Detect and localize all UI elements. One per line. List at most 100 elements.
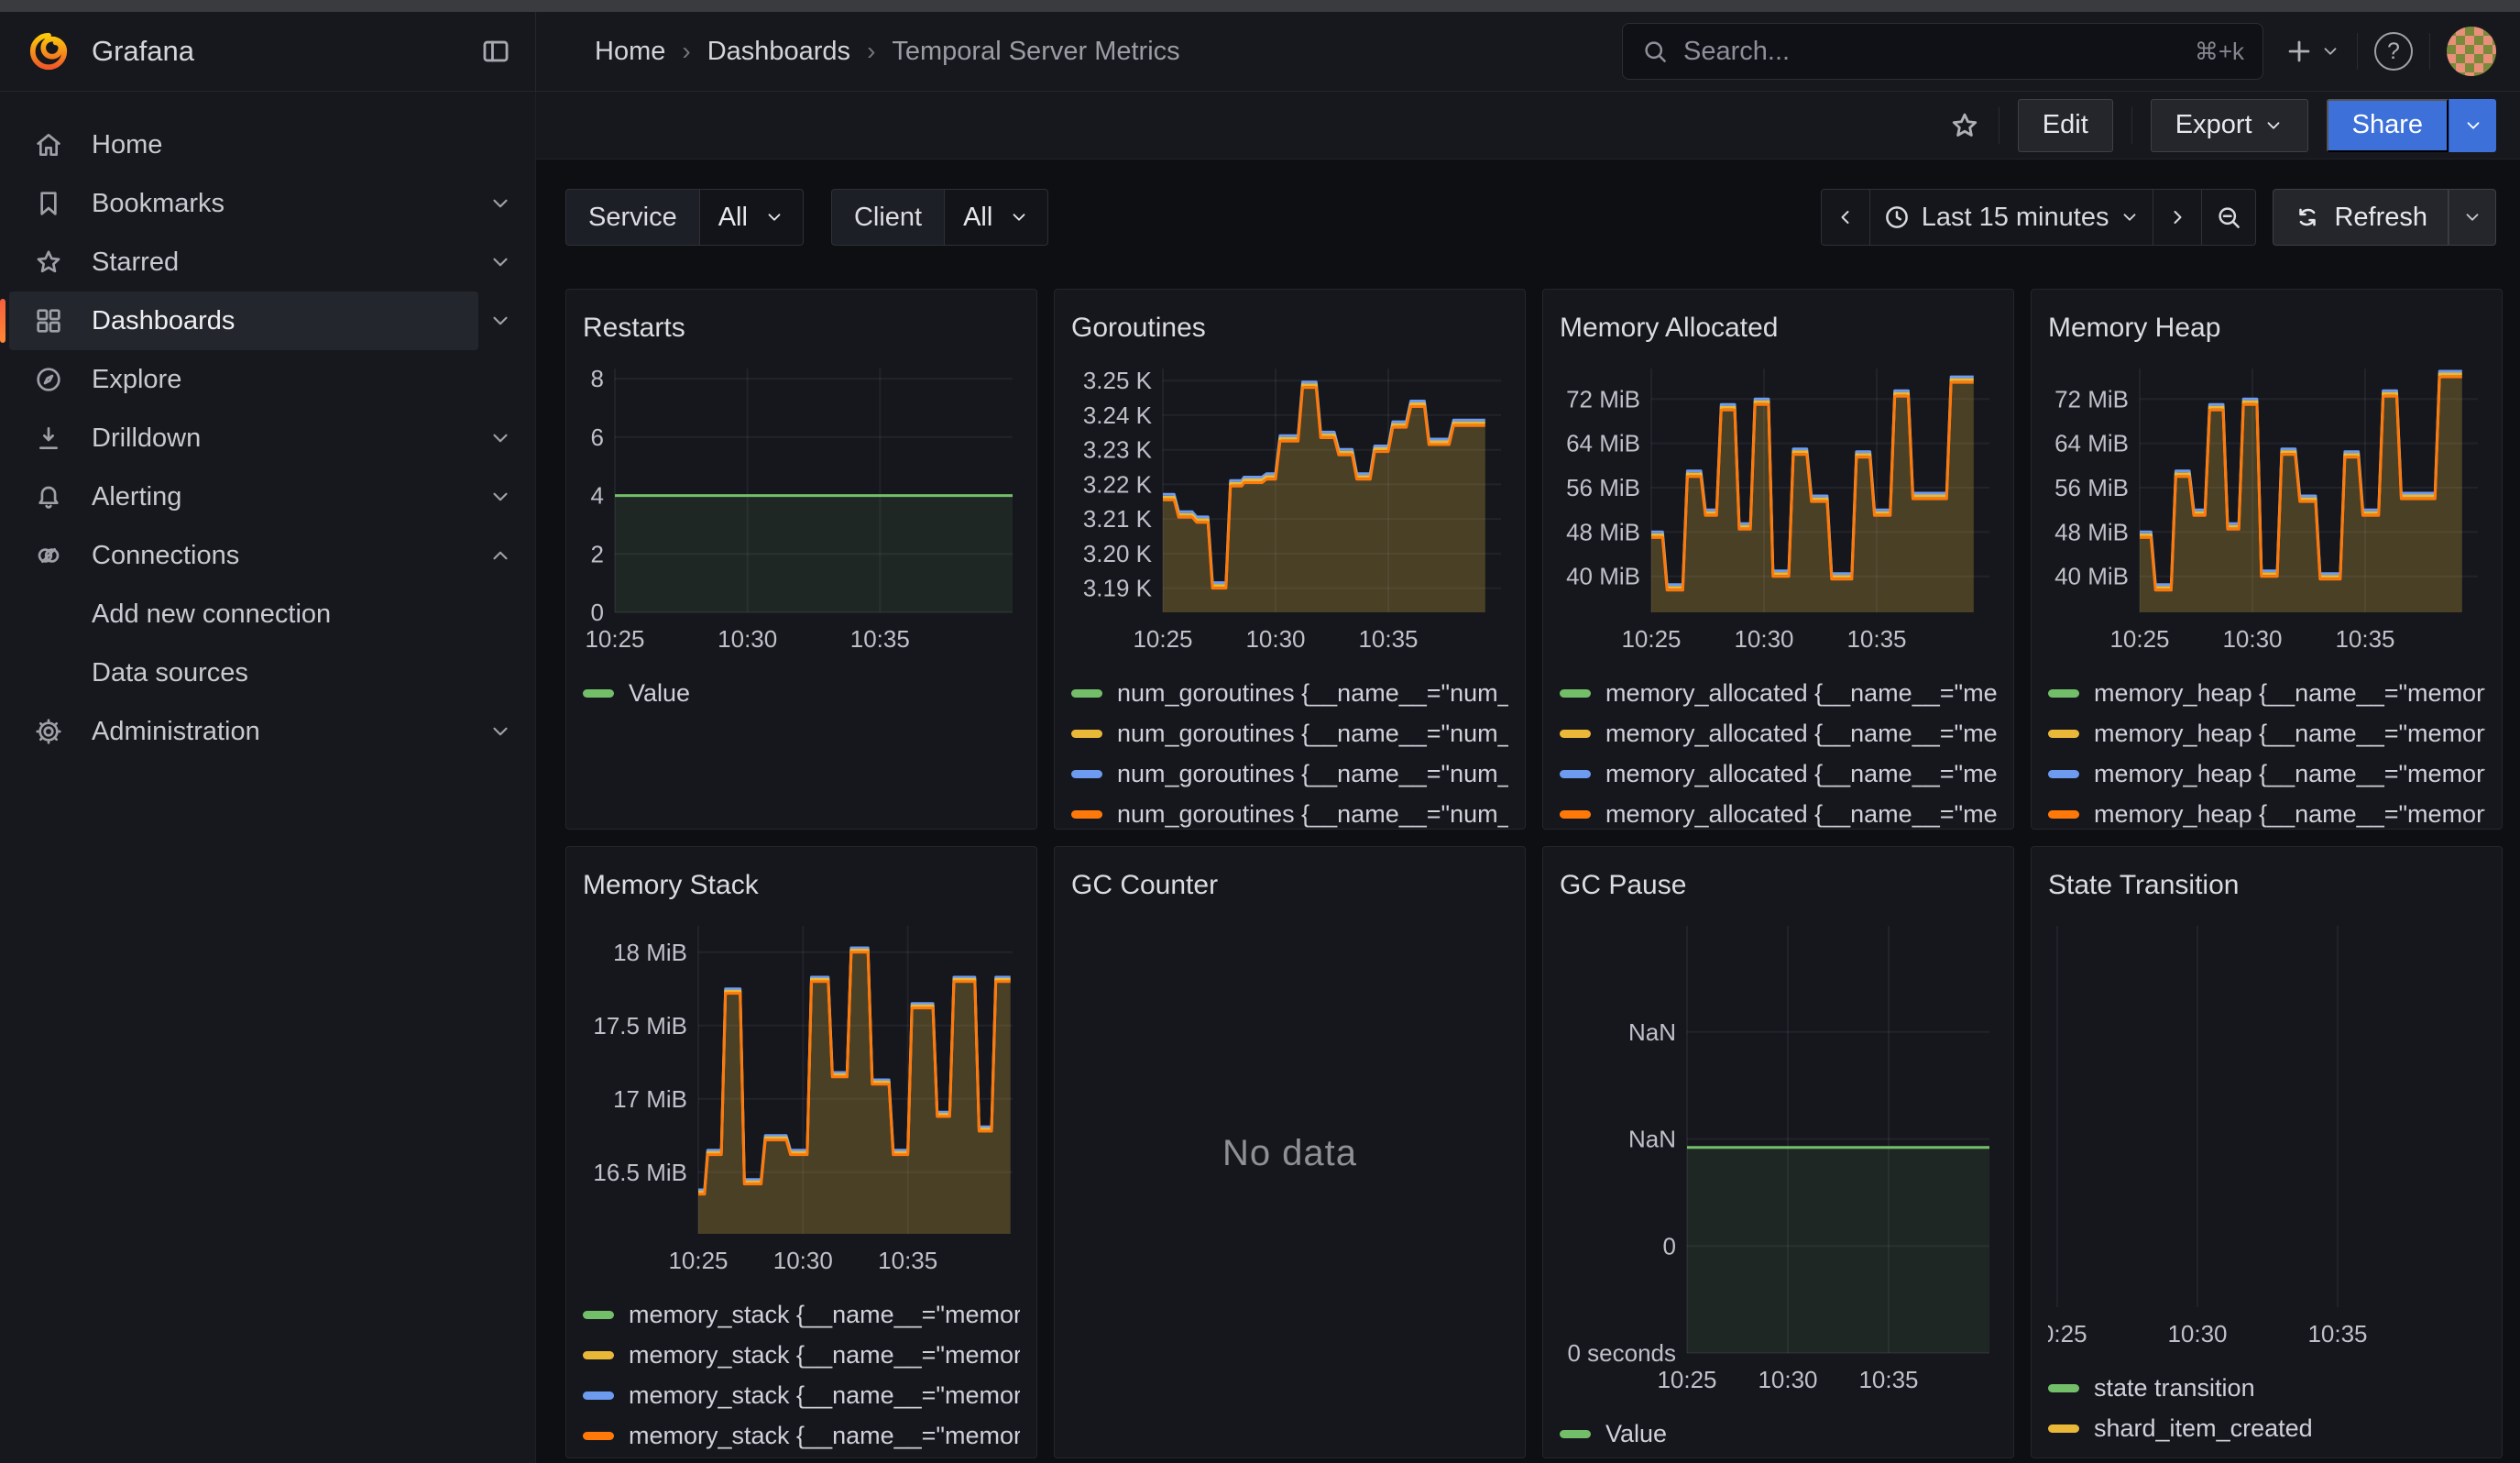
sidebar-item-explore[interactable]: Explore [0,350,535,409]
share-split-button: Share [2327,99,2496,152]
legend-color-icon [1560,810,1591,819]
legend-item[interactable]: memory_allocated {__name__="memo [1560,713,1997,754]
chevron-down-icon[interactable] [478,426,522,450]
panel-title[interactable]: Goroutines [1071,312,1508,345]
sidebar-item-drilldown[interactable]: Drilldown [0,409,535,468]
help-button[interactable]: ? [2374,32,2413,71]
chevron-down-icon[interactable] [478,250,522,274]
share-label: Share [2352,110,2423,140]
chart-goroutines[interactable]: 3.19 K3.20 K3.21 K3.22 K3.23 K3.24 K3.25… [1071,358,1508,660]
panel-title[interactable]: GC Counter [1071,869,1508,902]
svg-text:10:35: 10:35 [850,625,910,653]
avatar[interactable] [2447,27,2496,76]
client-filter-value[interactable]: All [945,189,1048,246]
chevron-down-icon[interactable] [478,720,522,743]
chart-gc-pause[interactable]: 0 seconds0NaNNaN10:2510:3010:35 [1560,915,1997,1401]
legend-item[interactable]: num_goroutines {__name__="num_go [1071,673,1508,713]
star-dashboard-button[interactable] [1949,110,1980,141]
chart-memory-stack[interactable]: 16.5 MiB17 MiB17.5 MiB18 MiB10:2510:3010… [583,915,1020,1282]
legend-item[interactable]: Value [1560,1414,1997,1454]
panel-title[interactable]: Restarts [583,312,1020,345]
panel-title[interactable]: Memory Heap [2048,312,2485,345]
sidebar-item-label: Drilldown [92,424,201,454]
chart-state-transition[interactable]: 10:2510:3010:35 [2048,915,2485,1355]
legend-item[interactable]: Value [583,673,1020,713]
legend-item[interactable]: memory_stack {__name__="memory_s [583,1294,1020,1335]
sidebar-item-add-new-connection[interactable]: Add new connection [0,585,535,644]
breadcrumb-home[interactable]: Home [595,37,665,67]
legend-item[interactable]: num_goroutines {__name__="num_go [1071,794,1508,829]
legend-item[interactable]: state transition [2048,1368,2485,1408]
legend-color-icon [1071,810,1102,819]
legend-label: memory_heap {__name__="memory_h [2094,679,2485,708]
legend-item[interactable]: memory_stack {__name__="memory_s [583,1375,1020,1415]
legend-item[interactable]: num_goroutines {__name__="num_go [1071,754,1508,794]
legend-color-icon [583,1432,614,1440]
refresh-button[interactable]: Refresh [2273,189,2449,246]
legend-item[interactable]: shard_item_created [2048,1408,2485,1448]
sidebar-item-starred[interactable]: Starred [0,233,535,292]
collapse-sidebar-icon[interactable] [480,36,511,67]
sidebar-item-dashboards[interactable]: Dashboards [0,292,535,350]
legend-item[interactable]: memory_allocated {__name__="memo [1560,754,1997,794]
sidebar-item-alerting[interactable]: Alerting [0,468,535,526]
legend-item[interactable]: memory_stack {__name__="memory_s [583,1415,1020,1456]
drilldown-icon [33,424,64,453]
legend-item[interactable]: memory_heap {__name__="memory_h [2048,673,2485,713]
legend-item[interactable]: memory_heap {__name__="memory_h [2048,794,2485,829]
add-new-button[interactable] [2284,36,2340,67]
breadcrumb-dashboards[interactable]: Dashboards [707,37,850,67]
panel-title[interactable]: GC Pause [1560,869,1997,902]
svg-text:10:35: 10:35 [1358,625,1418,653]
dashboard-controls: Service All Client All [565,189,2496,246]
chevron-down-icon[interactable] [478,485,522,509]
legend-item[interactable]: memory_stack {__name__="memory_s [583,1335,1020,1375]
legend-item[interactable]: memory_heap {__name__="memory_h [2048,713,2485,754]
chevron-down-icon[interactable] [478,192,522,215]
sidebar-item-administration[interactable]: Administration [0,702,535,761]
chart-memory-allocated[interactable]: 40 MiB48 MiB56 MiB64 MiB72 MiB10:2510:30… [1560,358,1997,660]
time-shift-forward-button[interactable] [2153,189,2202,246]
svg-text:10:30: 10:30 [773,1247,833,1274]
svg-text:64 MiB: 64 MiB [2054,430,2129,457]
export-button[interactable]: Export [2151,99,2308,152]
legend-color-icon [583,1351,614,1359]
service-filter-value[interactable]: All [700,189,804,246]
time-range-picker[interactable]: Last 15 minutes [1869,189,2154,246]
panel-title[interactable]: State Transition [2048,869,2485,902]
legend-item[interactable]: memory_allocated {__name__="memo [1560,673,1997,713]
chart-memory-heap[interactable]: 40 MiB48 MiB56 MiB64 MiB72 MiB10:2510:30… [2048,358,2485,660]
zoom-out-button[interactable] [2201,189,2256,246]
legend-item[interactable]: memory_heap {__name__="memory_h [2048,754,2485,794]
time-controls: Last 15 minutes Refresh [1821,189,2496,246]
panel-gc-counter: GC Counter No data [1054,846,1526,1458]
chevron-up-icon[interactable] [478,544,522,567]
grafana-logo-icon[interactable] [27,30,70,72]
sidebar-item-connections[interactable]: Connections [0,526,535,585]
breadcrumb: Home › Dashboards › Temporal Server Metr… [595,37,1180,67]
chevron-down-icon [2462,207,2482,227]
legend: Value [1560,1414,1997,1458]
chart-restarts[interactable]: 0246810:2510:3010:35 [583,358,1020,660]
share-button[interactable]: Share [2327,99,2449,152]
search-input[interactable]: Search... ⌘+k [1622,23,2263,80]
sidebar-item-bookmarks[interactable]: Bookmarks [0,174,535,233]
divider [1999,107,2000,144]
chevron-down-icon[interactable] [478,309,522,333]
svg-text:10:30: 10:30 [1734,625,1793,653]
legend: state transitionshard_item_created [2048,1368,2485,1458]
sidebar-item-home[interactable]: Home [0,116,535,174]
share-menu-button[interactable] [2449,99,2496,152]
panel-goroutines: Goroutines 3.19 K3.20 K3.21 K3.22 K3.23 … [1054,289,1526,830]
chevron-right-icon [2166,206,2188,228]
edit-button[interactable]: Edit [2018,99,2113,152]
panel-title[interactable]: Memory Allocated [1560,312,1997,345]
legend-color-icon [1560,1430,1591,1438]
legend-item[interactable]: memory_allocated {__name__="memo [1560,794,1997,829]
legend-item[interactable]: num_goroutines {__name__="num_go [1071,713,1508,754]
refresh-interval-button[interactable] [2449,189,2496,246]
sidebar-item-data-sources[interactable]: Data sources [0,644,535,702]
time-shift-back-button[interactable] [1821,189,1870,246]
panel-title[interactable]: Memory Stack [583,869,1020,902]
divider [2357,33,2358,70]
